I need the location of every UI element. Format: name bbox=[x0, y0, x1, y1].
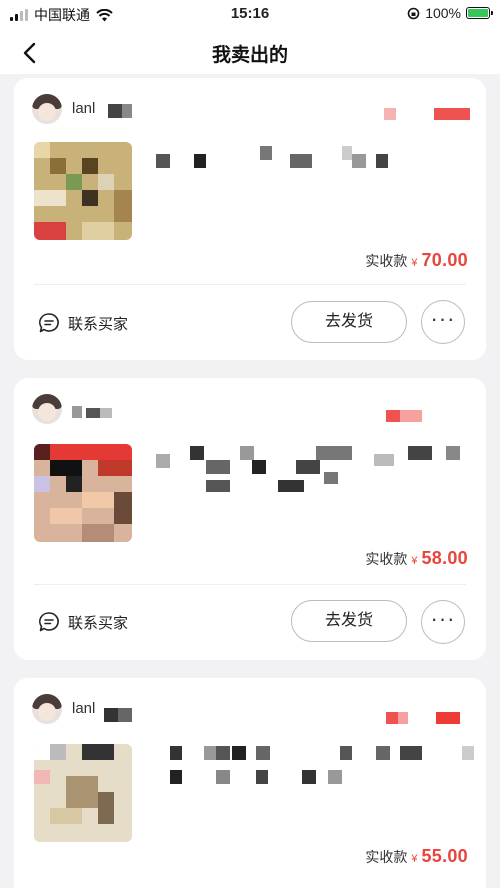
more-button[interactable]: ··· bbox=[421, 300, 465, 344]
currency-symbol: ¥ bbox=[411, 853, 418, 865]
product-thumbnail bbox=[34, 444, 132, 542]
order-card: lanl 实收款 ¥ 55.00 bbox=[14, 678, 486, 888]
buyer-avatar bbox=[32, 394, 62, 424]
buyer-avatar bbox=[32, 94, 62, 124]
received-amount: 55.00 bbox=[421, 846, 468, 866]
received-amount-label: 实收款 bbox=[365, 551, 408, 567]
chat-icon bbox=[39, 612, 59, 632]
divider bbox=[34, 584, 466, 585]
contact-buyer-button[interactable]: 联系买家 bbox=[38, 312, 128, 334]
order-card: lanl 实收款 ¥ 70.00 联系买家 去发货 ··· bbox=[14, 78, 486, 360]
status-right: 100% bbox=[407, 5, 493, 21]
page-title: 我卖出的 bbox=[211, 45, 288, 66]
contact-buyer-label: 联系买家 bbox=[68, 315, 129, 333]
received-amount: 70.00 bbox=[421, 250, 468, 270]
nav-bar: 我卖出的 bbox=[0, 30, 500, 74]
more-button[interactable]: ··· bbox=[421, 600, 465, 644]
battery-icon bbox=[466, 7, 493, 19]
contact-buyer-label: 联系买家 bbox=[68, 614, 129, 632]
received-amount: 58.00 bbox=[421, 548, 468, 568]
divider bbox=[34, 284, 466, 285]
product-thumbnail bbox=[34, 142, 132, 240]
contact-buyer-button[interactable]: 联系买家 bbox=[38, 611, 128, 633]
currency-symbol: ¥ bbox=[411, 555, 418, 567]
product-thumbnail bbox=[34, 744, 132, 842]
ship-button[interactable]: 去发货 bbox=[291, 301, 407, 343]
buyer-username: lanl bbox=[72, 700, 96, 717]
buyer-username: lanl bbox=[72, 100, 96, 117]
ship-button[interactable]: 去发货 bbox=[291, 600, 407, 642]
buyer-avatar bbox=[32, 694, 62, 724]
chat-icon bbox=[39, 313, 59, 333]
order-card: 实收款 ¥ 58.00 联系买家 去发货 ··· bbox=[14, 378, 486, 660]
orientation-lock-icon bbox=[407, 7, 420, 19]
battery-percent: 100% bbox=[425, 5, 461, 21]
currency-symbol: ¥ bbox=[411, 257, 418, 269]
price-row: 实收款 ¥ 70.00 bbox=[365, 250, 468, 271]
price-row: 实收款 ¥ 58.00 bbox=[365, 548, 468, 569]
received-amount-label: 实收款 bbox=[365, 253, 408, 269]
status-bar: 中国联通 15:16 100% bbox=[0, 0, 500, 30]
price-row: 实收款 ¥ 55.00 bbox=[365, 846, 468, 867]
received-amount-label: 实收款 bbox=[365, 849, 408, 865]
